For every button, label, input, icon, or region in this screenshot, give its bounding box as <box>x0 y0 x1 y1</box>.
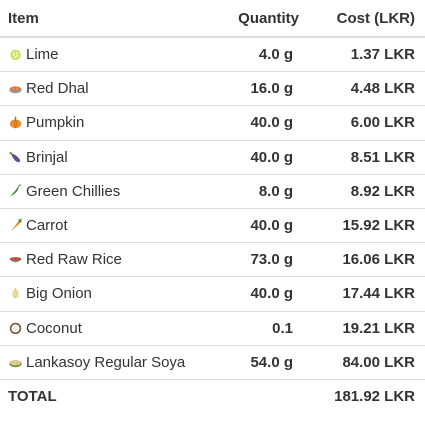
red-dhal-icon <box>9 86 22 94</box>
cost-cell: 16.06 LKR <box>307 242 425 278</box>
soya-icon <box>9 360 22 368</box>
cost-cell: 1.37 LKR <box>307 37 425 73</box>
quantity-cell: 16.0 g <box>212 71 307 107</box>
quantity-cell: 40.0 g <box>212 140 307 175</box>
table-row: Brinjal 40.0 g 8.51 LKR <box>0 140 425 175</box>
green-chilli-icon <box>10 184 22 197</box>
total-quantity-cell <box>212 379 307 413</box>
quantity-cell: 4.0 g <box>212 37 307 73</box>
cost-cell: 6.00 LKR <box>307 105 425 141</box>
quantity-cell: 40.0 g <box>212 105 307 141</box>
item-cell: Pumpkin <box>0 105 212 141</box>
table-row: Coconut 0.1 19.21 LKR <box>0 311 425 346</box>
header-cost: Cost (LKR) <box>307 0 425 38</box>
header-quantity: Quantity <box>212 0 307 38</box>
quantity-cell: 40.0 g <box>212 208 307 244</box>
coconut-icon <box>9 322 22 334</box>
item-name: Green Chillies <box>26 182 121 200</box>
total-row: TOTAL 181.92 LKR <box>0 379 425 413</box>
quantity-cell: 54.0 g <box>212 345 307 380</box>
item-cell: Carrot <box>0 208 212 244</box>
item-cell: Green Chillies <box>0 174 212 209</box>
item-name: Brinjal <box>26 148 68 166</box>
table-row: Pumpkin 40.0 g 6.00 LKR <box>0 105 425 141</box>
item-cell: Lime <box>0 37 212 73</box>
quantity-cell: 0.1 <box>212 311 307 346</box>
cost-cell: 8.92 LKR <box>307 174 425 209</box>
item-name: Coconut <box>26 319 82 337</box>
table-row: Red Dhal 16.0 g 4.48 LKR <box>0 71 425 107</box>
cost-cell: 4.48 LKR <box>307 71 425 107</box>
total-cost: 181.92 LKR <box>334 387 415 405</box>
item-name: Lankasoy Regular Soya <box>26 353 186 371</box>
item-cell: Lankasoy Regular Soya <box>0 345 212 380</box>
cost-cell: 84.00 LKR <box>307 345 425 380</box>
cost-cell: 8.51 LKR <box>307 140 425 175</box>
cost-cell: 17.44 LKR <box>307 276 425 312</box>
quantity-cell: 73.0 g <box>212 242 307 278</box>
table-row: Lime 4.0 g 1.37 LKR <box>0 37 425 73</box>
quantity-cell: 40.0 g <box>212 276 307 312</box>
table-header-row: Item Quantity Cost (LKR) <box>0 0 425 38</box>
item-cell: Red Dhal <box>0 71 212 107</box>
table-row: Red Raw Rice 73.0 g 16.06 LKR <box>0 242 425 278</box>
red-rice-icon <box>9 257 22 263</box>
item-cell: Coconut <box>0 311 212 346</box>
item-name: Pumpkin <box>26 114 85 132</box>
table-row: Carrot 40.0 g 15.92 LKR <box>0 208 425 244</box>
total-label: TOTAL <box>8 387 57 405</box>
item-cell: Red Raw Rice <box>0 242 212 278</box>
carrot-icon <box>11 218 23 232</box>
quantity-cell: 8.0 g <box>212 174 307 209</box>
table-row: Big Onion 40.0 g 17.44 LKR <box>0 276 425 312</box>
pumpkin-icon <box>9 117 22 129</box>
ingredient-cost-table: Item Quantity Cost (LKR) Lime 4.0 g 1.37… <box>0 0 425 413</box>
table-row: Lankasoy Regular Soya 54.0 g 84.00 LKR <box>0 345 425 380</box>
cost-cell: 19.21 LKR <box>307 311 425 346</box>
lime-icon <box>10 49 21 61</box>
cost-cell: 15.92 LKR <box>307 208 425 244</box>
brinjal-icon <box>9 151 21 162</box>
item-name: Lime <box>26 46 59 64</box>
header-item: Item <box>0 0 212 38</box>
item-name: Red Dhal <box>26 80 89 98</box>
onion-icon <box>12 288 19 299</box>
item-cell: Big Onion <box>0 276 212 312</box>
item-cell: Brinjal <box>0 140 212 175</box>
table-row: Green Chillies 8.0 g 8.92 LKR <box>0 174 425 209</box>
item-name: Red Raw Rice <box>26 251 122 269</box>
item-name: Big Onion <box>26 285 92 303</box>
item-name: Carrot <box>26 217 68 235</box>
